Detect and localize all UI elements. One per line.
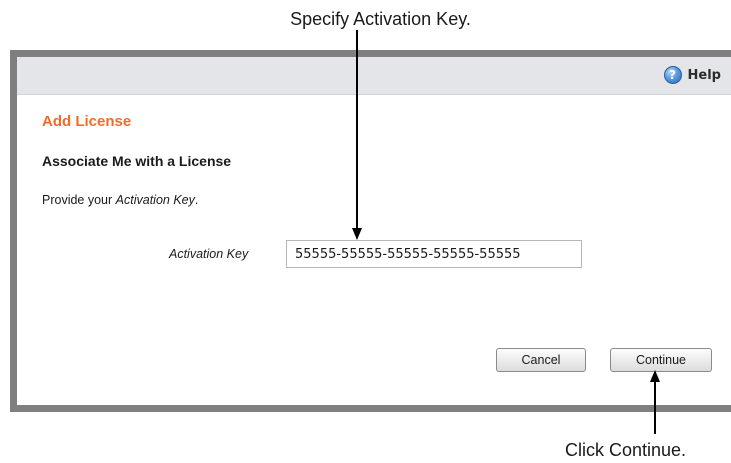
help-label: Help [687, 67, 721, 83]
arrow-head-activation-key [352, 228, 362, 240]
callout-click-continue: Click Continue. [565, 440, 687, 460]
dialog-content: ? Help Add License Associate Me with a L… [17, 57, 731, 405]
help-circle-icon: ? [663, 66, 682, 84]
arrow-to-continue [654, 380, 656, 434]
activation-key-input[interactable] [286, 240, 582, 268]
instructions-emphasis: Activation Key [115, 193, 195, 207]
dialog-header-bar: ? Help [17, 57, 731, 95]
instructions-text: Provide your Activation Key. [42, 193, 198, 207]
activation-key-label: Activation Key [169, 247, 249, 261]
section-subheading: Associate Me with a License [42, 153, 232, 169]
instructions-suffix: . [194, 193, 199, 207]
add-license-dialog: ? Help Add License Associate Me with a L… [10, 50, 731, 412]
instructions-prefix: Provide your [42, 193, 116, 207]
page-title: Add License [42, 113, 132, 130]
continue-button[interactable]: Continue [610, 348, 712, 372]
callout-specify-activation-key: Specify Activation Key. [290, 9, 471, 29]
cancel-button[interactable]: Cancel [496, 348, 586, 372]
help-link[interactable]: ? Help [663, 65, 721, 85]
arrow-to-activation-key [356, 30, 358, 228]
